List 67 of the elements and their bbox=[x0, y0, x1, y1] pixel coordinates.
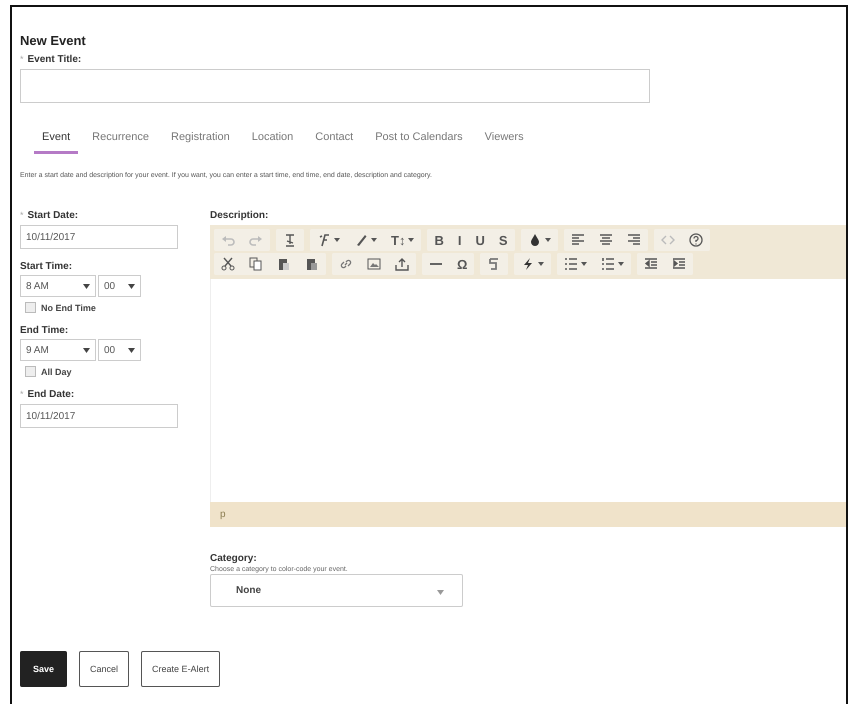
save-button[interactable]: Save bbox=[20, 651, 68, 687]
time-select[interactable]: 00 bbox=[98, 275, 141, 297]
caret-icon[interactable] bbox=[371, 238, 377, 242]
caret-icon[interactable] bbox=[544, 238, 551, 242]
align-right-icon[interactable] bbox=[626, 233, 641, 247]
required-mark: * bbox=[20, 54, 24, 64]
scissors-icon[interactable] bbox=[221, 257, 235, 271]
numbered-list-icon[interactable] bbox=[601, 257, 616, 271]
toolbar-button[interactable]: B bbox=[427, 229, 451, 251]
copy-icon[interactable] bbox=[249, 257, 263, 271]
tab[interactable]: Contact bbox=[307, 127, 362, 154]
button[interactable]: Cancel bbox=[79, 651, 130, 687]
required-mark: * bbox=[20, 210, 24, 220]
indent-icon[interactable] bbox=[672, 257, 686, 271]
field-label: Start Date: bbox=[28, 210, 78, 221]
caret-icon[interactable] bbox=[408, 238, 414, 242]
toolbar-button[interactable]: I bbox=[450, 229, 468, 251]
font-icon[interactable] bbox=[317, 233, 331, 247]
link-icon[interactable] bbox=[339, 257, 353, 271]
tab[interactable]: Viewers bbox=[476, 127, 532, 154]
image-icon[interactable] bbox=[367, 257, 381, 271]
upload-icon[interactable] bbox=[395, 257, 409, 271]
clear-format-icon[interactable] bbox=[283, 233, 297, 247]
field-label: Start Time: bbox=[20, 261, 72, 272]
outdent-icon[interactable] bbox=[644, 257, 658, 271]
time-select[interactable]: 00 bbox=[98, 339, 141, 361]
toolbar-button[interactable]: U bbox=[468, 229, 492, 251]
bulleted-list-icon[interactable] bbox=[564, 257, 578, 271]
field-label: Description: bbox=[210, 210, 270, 221]
category-select[interactable]: None bbox=[210, 574, 463, 607]
paste-icon[interactable] bbox=[277, 257, 291, 271]
field-label: End Date: bbox=[28, 389, 74, 400]
caret-icon[interactable] bbox=[128, 348, 135, 352]
caret-icon[interactable] bbox=[83, 284, 90, 288]
field-label: End Time: bbox=[20, 325, 68, 336]
field-label: Event Title: bbox=[28, 54, 82, 65]
field-label: Category: bbox=[210, 553, 258, 564]
checkbox[interactable] bbox=[25, 302, 36, 313]
align-center-icon[interactable] bbox=[598, 233, 613, 247]
time-select[interactable]: 8 AM bbox=[20, 275, 96, 297]
caret-icon[interactable] bbox=[334, 238, 340, 242]
caret-icon[interactable] bbox=[128, 284, 135, 288]
page-title: New Event bbox=[20, 33, 87, 48]
caret-icon[interactable] bbox=[83, 348, 90, 352]
checkbox-label: No End Time bbox=[41, 302, 96, 312]
element-path-text: p bbox=[220, 509, 226, 520]
toolbar-button[interactable]: S bbox=[492, 229, 515, 251]
tab[interactable]: Location bbox=[244, 127, 302, 154]
button[interactable]: Create E-Alert bbox=[141, 651, 220, 687]
event-title-field[interactable] bbox=[20, 69, 650, 103]
caret-icon[interactable] bbox=[581, 262, 588, 266]
checkbox-label: All Day bbox=[41, 366, 72, 376]
align-left-icon[interactable] bbox=[570, 233, 585, 247]
help-icon[interactable] bbox=[688, 233, 703, 247]
checkbox[interactable] bbox=[25, 366, 36, 377]
date-field[interactable]: 10/11/2017 bbox=[20, 225, 178, 249]
time-select[interactable]: 9 AM bbox=[20, 339, 96, 361]
tab[interactable]: Event bbox=[34, 127, 78, 154]
tab[interactable]: Registration bbox=[163, 127, 238, 154]
required-mark: * bbox=[20, 389, 24, 399]
paste-document-icon[interactable] bbox=[305, 257, 319, 271]
caret-icon[interactable] bbox=[618, 262, 624, 266]
tab[interactable]: Recurrence bbox=[84, 127, 157, 154]
date-field[interactable]: 10/11/2017 bbox=[20, 404, 178, 428]
pen-icon[interactable] bbox=[354, 233, 368, 247]
caret-icon[interactable] bbox=[538, 262, 544, 266]
tab[interactable]: Post to Calendars bbox=[367, 127, 471, 154]
